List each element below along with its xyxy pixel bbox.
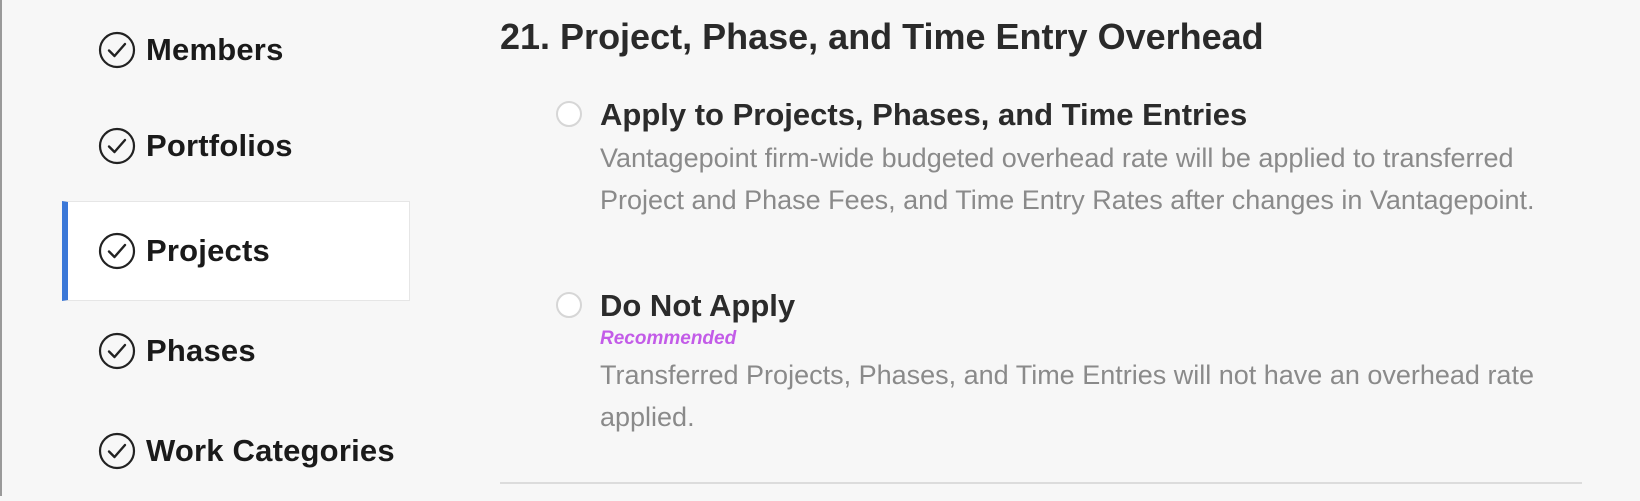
section-title-text: Project, Phase, and Time Entry Overhead xyxy=(560,16,1264,57)
option-description: Transferred Projects, Phases, and Time E… xyxy=(600,360,1534,432)
check-circle-icon xyxy=(98,127,136,165)
sidebar-item-projects[interactable]: Projects xyxy=(62,201,410,301)
main-content: 21. Project, Phase, and Time Entry Overh… xyxy=(500,0,1590,496)
section-title: 21. Project, Phase, and Time Entry Overh… xyxy=(500,16,1264,58)
sidebar-item-label: Portfolios xyxy=(146,128,293,163)
sidebar-item-portfolios[interactable]: Portfolios xyxy=(62,96,410,196)
sidebar-item-label: Phases xyxy=(146,333,256,368)
sidebar-item-label: Work Categories xyxy=(146,433,395,468)
section-divider xyxy=(500,482,1582,484)
option-title: Do Not Apply xyxy=(600,288,796,323)
sidebar-item-phases[interactable]: Phases xyxy=(62,301,410,401)
check-circle-icon xyxy=(98,232,136,270)
option-do-not-apply-radio[interactable] xyxy=(556,292,582,318)
option-title: Apply to Projects, Phases, and Time Entr… xyxy=(600,97,1248,132)
option-description: Vantagepoint firm-wide budgeted overhead… xyxy=(600,143,1535,215)
check-circle-icon xyxy=(98,332,136,370)
section-number: 21. xyxy=(500,16,551,57)
sidebar-item-label: Projects xyxy=(146,233,270,268)
sidebar: Members Portfolios Projects Phases Work … xyxy=(0,0,420,496)
sidebar-item-label: Members xyxy=(146,32,284,67)
check-circle-icon xyxy=(98,432,136,470)
option-apply-radio[interactable] xyxy=(556,101,582,127)
sidebar-item-members[interactable]: Members xyxy=(62,0,410,100)
sidebar-item-work-categories[interactable]: Work Categories xyxy=(62,401,410,501)
check-circle-icon xyxy=(98,31,136,69)
recommended-badge: Recommended xyxy=(600,328,737,349)
